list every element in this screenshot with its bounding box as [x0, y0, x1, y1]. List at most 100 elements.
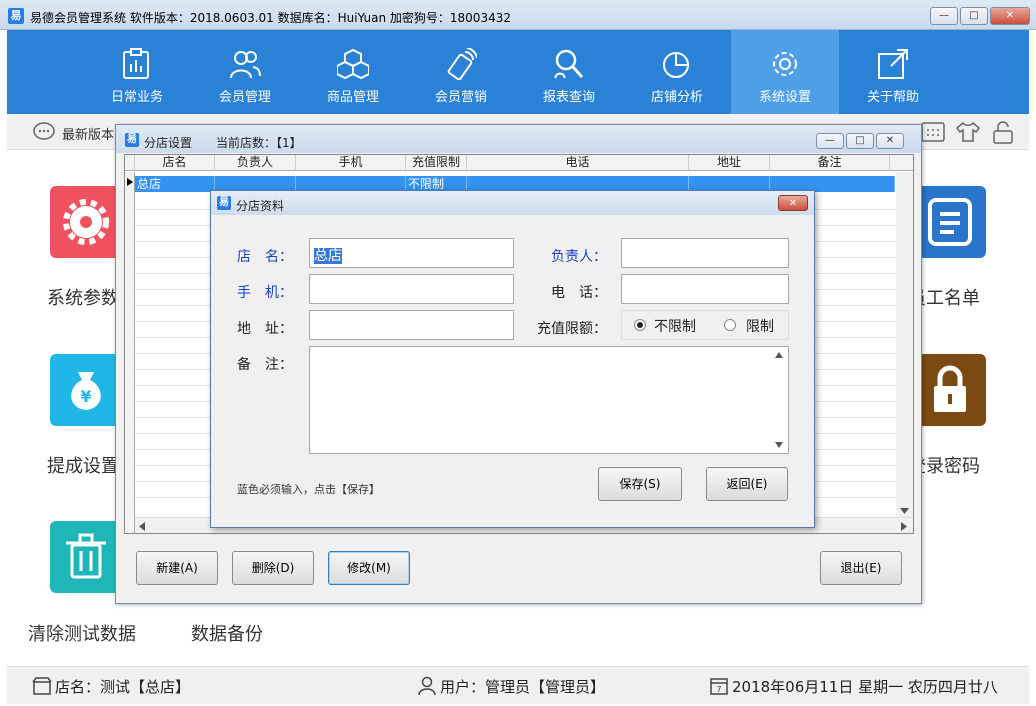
dialog-titlebar: 易 分店资料 ✕: [211, 191, 814, 215]
staff-list-tile[interactable]: [914, 186, 986, 258]
store-name-label: 店 名：: [237, 249, 293, 265]
minimize-button[interactable]: —: [816, 133, 844, 149]
radio-limited[interactable]: [724, 319, 736, 331]
boxes-icon: [337, 48, 369, 80]
column-header[interactable]: 手机: [296, 155, 406, 171]
vertical-scrollbar[interactable]: [896, 172, 913, 518]
login-password-tile[interactable]: [914, 354, 986, 426]
nav-label: 商品管理: [326, 90, 379, 105]
mobile-label: 手 机：: [237, 285, 293, 301]
phone-signal-icon: [447, 48, 477, 80]
store-icon: [32, 677, 52, 695]
scroll-down-icon[interactable]: [775, 442, 783, 448]
nav-label: 系统设置: [758, 90, 811, 105]
calendar-icon: 7: [710, 678, 728, 695]
commission-settings-tile[interactable]: ¥: [50, 354, 122, 426]
window-title: 易德会员管理系统 软件版本：2018.0603.01 数据库名：HuiYuan …: [30, 11, 511, 25]
nav-label: 会员营销: [434, 90, 487, 105]
nav-label: 日常业务: [110, 90, 163, 105]
delete-button[interactable]: 删除(D): [232, 551, 314, 585]
radio-unlimited[interactable]: [634, 319, 646, 331]
window-controls: — □ ✕: [930, 7, 1030, 25]
scroll-down-icon[interactable]: [900, 508, 909, 514]
help-arrow-icon: [878, 49, 908, 79]
clear-test-data-tile[interactable]: [50, 521, 122, 593]
nav-about-help[interactable]: 关于帮助: [839, 30, 947, 114]
dialog-title: 分店资料: [236, 199, 285, 213]
store-name-input[interactable]: 总店: [309, 238, 514, 268]
column-header[interactable]: 电话: [467, 155, 689, 171]
nav-system-settings[interactable]: 系统设置: [731, 30, 839, 114]
save-button[interactable]: 保存(S): [598, 467, 682, 501]
tile-label-clear-test-data: 清除测试数据: [28, 624, 136, 645]
notice-text: 最新版本: [62, 128, 115, 143]
new-button[interactable]: 新建(A): [136, 551, 218, 585]
branch-window-title: 分店设置: [144, 136, 193, 150]
tile-label-login-password: 登录密码: [918, 456, 980, 477]
nav-product-management[interactable]: 商品管理: [299, 30, 407, 114]
lock-icon: [934, 365, 966, 412]
radio-limited-label[interactable]: 限制: [746, 316, 774, 336]
gear-icon: [63, 199, 109, 245]
branch-titlebar: 易 分店设置 当前店数：【1】 — □ ✕: [116, 125, 921, 153]
nav-label: 会员管理: [218, 90, 271, 105]
mobile-input[interactable]: [309, 274, 514, 304]
lock-icon[interactable]: [990, 120, 1016, 144]
document-icon: [928, 198, 972, 246]
remark-textarea[interactable]: [309, 346, 789, 454]
trash-icon: [66, 533, 106, 579]
address-label: 地 址：: [237, 321, 293, 337]
store-name-value: 总店: [314, 248, 342, 264]
nav-member-marketing[interactable]: 会员营销: [407, 30, 515, 114]
address-input[interactable]: [309, 310, 514, 340]
column-header[interactable]: 负责人: [215, 155, 296, 171]
top-nav: 日常业务 会员管理 商品管理 会员营销 报表查询 店铺分析 系统设置 关于帮助: [7, 30, 1029, 114]
column-header[interactable]: 店名: [135, 155, 215, 171]
calculator-icon[interactable]: [920, 120, 946, 144]
nav-label: 关于帮助: [866, 90, 919, 105]
grid-header: 店名 负责人 手机 充值限制 电话 地址 备注: [125, 155, 913, 171]
status-bar: 店名：测试【总店】 用户：管理员【管理员】 7 2018年06月11日 星期一 …: [7, 666, 1029, 704]
shirt-icon[interactable]: [955, 120, 981, 144]
close-button[interactable]: ✕: [876, 133, 904, 149]
app-logo-icon: 易: [125, 133, 139, 147]
back-button[interactable]: 返回(E): [706, 467, 788, 501]
phone-input[interactable]: [621, 274, 789, 304]
nav-daily-business[interactable]: 日常业务: [83, 30, 191, 114]
tile-label-commission: 提成设置: [47, 456, 119, 477]
pie-chart-icon: [663, 52, 689, 78]
nav-label: 店铺分析: [650, 90, 703, 105]
branch-window-controls: — □ ✕: [816, 133, 904, 149]
svg-text:7: 7: [716, 685, 721, 694]
exit-button[interactable]: 退出(E): [820, 551, 902, 585]
required-hint: 蓝色必须输入，点击【保存】: [237, 483, 380, 496]
svg-text:¥: ¥: [80, 387, 91, 406]
money-bag-icon: ¥: [71, 372, 101, 410]
nav-member-management[interactable]: 会员管理: [191, 30, 299, 114]
gear-icon: [773, 52, 797, 76]
dialog-close-button[interactable]: ✕: [778, 195, 808, 211]
nav-store-analysis[interactable]: 店铺分析: [623, 30, 731, 114]
column-header[interactable]: 地址: [689, 155, 770, 171]
column-header[interactable]: 充值限制: [406, 155, 467, 171]
manager-label: 负责人：: [551, 249, 607, 265]
edit-button[interactable]: 修改(M): [328, 551, 410, 585]
nav-report-query[interactable]: 报表查询: [515, 30, 623, 114]
radio-unlimited-label[interactable]: 不限制: [654, 316, 696, 336]
maximize-button[interactable]: □: [846, 133, 874, 149]
scroll-left-icon[interactable]: [139, 522, 145, 531]
close-button[interactable]: ✕: [990, 7, 1030, 25]
tile-label-data-backup[interactable]: 数据备份: [191, 620, 263, 646]
system-params-tile[interactable]: [50, 186, 122, 258]
branch-count: 当前店数：【1】: [216, 136, 302, 150]
maximize-button[interactable]: □: [960, 7, 988, 25]
status-user: 用户：管理员【管理员】: [440, 678, 606, 696]
minimize-button[interactable]: —: [930, 7, 958, 25]
scroll-right-icon[interactable]: [901, 522, 907, 531]
scroll-up-icon[interactable]: [775, 352, 783, 358]
row-gutter: [125, 172, 135, 533]
recharge-limit-group: 不限制 限制: [621, 310, 789, 340]
manager-input[interactable]: [621, 238, 789, 268]
column-header[interactable]: 备注: [770, 155, 890, 171]
clipboard-chart-icon: [123, 48, 149, 79]
